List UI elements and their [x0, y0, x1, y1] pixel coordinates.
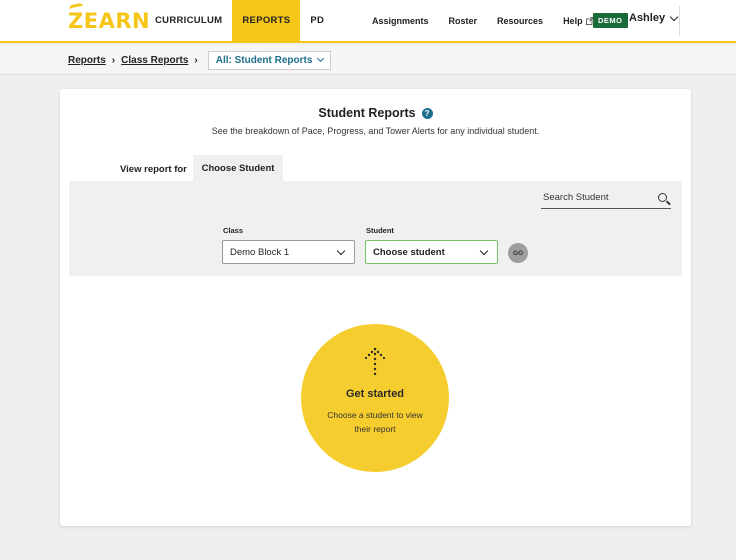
user-name: Ashley — [629, 12, 666, 24]
nav-reports[interactable]: REPORTS — [232, 0, 301, 41]
search-icon[interactable] — [658, 193, 667, 202]
nav-roster[interactable]: Roster — [449, 16, 478, 26]
chevron-down-icon — [669, 12, 679, 21]
page-subtitle: See the breakdown of Pace, Progress, and… — [211, 126, 540, 136]
go-button[interactable]: GO — [508, 243, 528, 263]
demo-badge: DEMO — [593, 13, 628, 28]
nav-assignments[interactable]: Assignments — [372, 16, 429, 26]
user-menu[interactable]: Ashley — [629, 12, 679, 24]
nav-pd[interactable]: PD — [300, 0, 334, 41]
dotted-arrow-up-icon — [364, 347, 386, 376]
class-select[interactable]: Demo Block 1 — [222, 240, 355, 264]
breadcrumb-separator-icon: › — [194, 54, 198, 66]
logo-text: ZEARN — [68, 9, 151, 33]
class-select-value: Demo Block 1 — [230, 246, 290, 258]
view-report-label: View report for — [120, 164, 187, 175]
get-started-title: Get started — [345, 388, 405, 400]
breadcrumb-reports[interactable]: Reports — [68, 55, 106, 66]
class-label: Class — [223, 226, 244, 235]
title-row: Student Reports ? — [60, 106, 691, 120]
tab-choose-student[interactable]: Choose Student — [193, 155, 283, 182]
nav-divider — [679, 6, 680, 36]
main-nav: CURRICULUM REPORTS PD — [145, 0, 334, 41]
search-student-input[interactable]: Search Student — [541, 189, 671, 209]
get-started-circle: Get started Choose a student to view the… — [301, 324, 449, 472]
help-icon[interactable]: ? — [421, 107, 433, 119]
student-label: Student — [366, 226, 394, 235]
nav-help[interactable]: Help — [563, 16, 594, 26]
page-title: Student Reports — [318, 106, 416, 120]
secondary-nav: Assignments Roster Resources Help — [362, 0, 604, 41]
breadcrumb-separator-icon: › — [111, 54, 116, 66]
student-reports-card: Student Reports ? See the breakdown of P… — [60, 89, 691, 526]
nav-resources[interactable]: Resources — [497, 16, 543, 26]
chevron-down-icon — [479, 246, 489, 256]
filter-panel: Search Student Class Demo Block 1 Studen… — [69, 181, 682, 276]
get-started-text: Choose a student to view their report — [327, 410, 423, 434]
breadcrumb-bar: Reports › Class Reports › All: Student R… — [0, 45, 736, 75]
student-select[interactable]: Choose student — [365, 240, 498, 264]
nav-curriculum[interactable]: CURRICULUM — [145, 0, 232, 41]
student-select-value: Choose student — [373, 246, 445, 258]
zearn-logo[interactable]: ZEARN — [68, 2, 150, 33]
top-nav-bar: ZEARN CURRICULUM REPORTS PD Assignments … — [0, 0, 736, 43]
chevron-down-icon — [336, 246, 346, 256]
nav-help-label: Help — [563, 15, 583, 26]
report-type-dropdown[interactable]: All: Student Reports — [207, 50, 332, 70]
chevron-down-icon — [317, 54, 325, 63]
search-placeholder: Search Student — [543, 192, 609, 203]
breadcrumb: Reports › Class Reports › All: Student R… — [68, 45, 332, 75]
report-type-value: All: Student Reports — [215, 54, 313, 66]
breadcrumb-class-reports[interactable]: Class Reports — [121, 55, 188, 66]
